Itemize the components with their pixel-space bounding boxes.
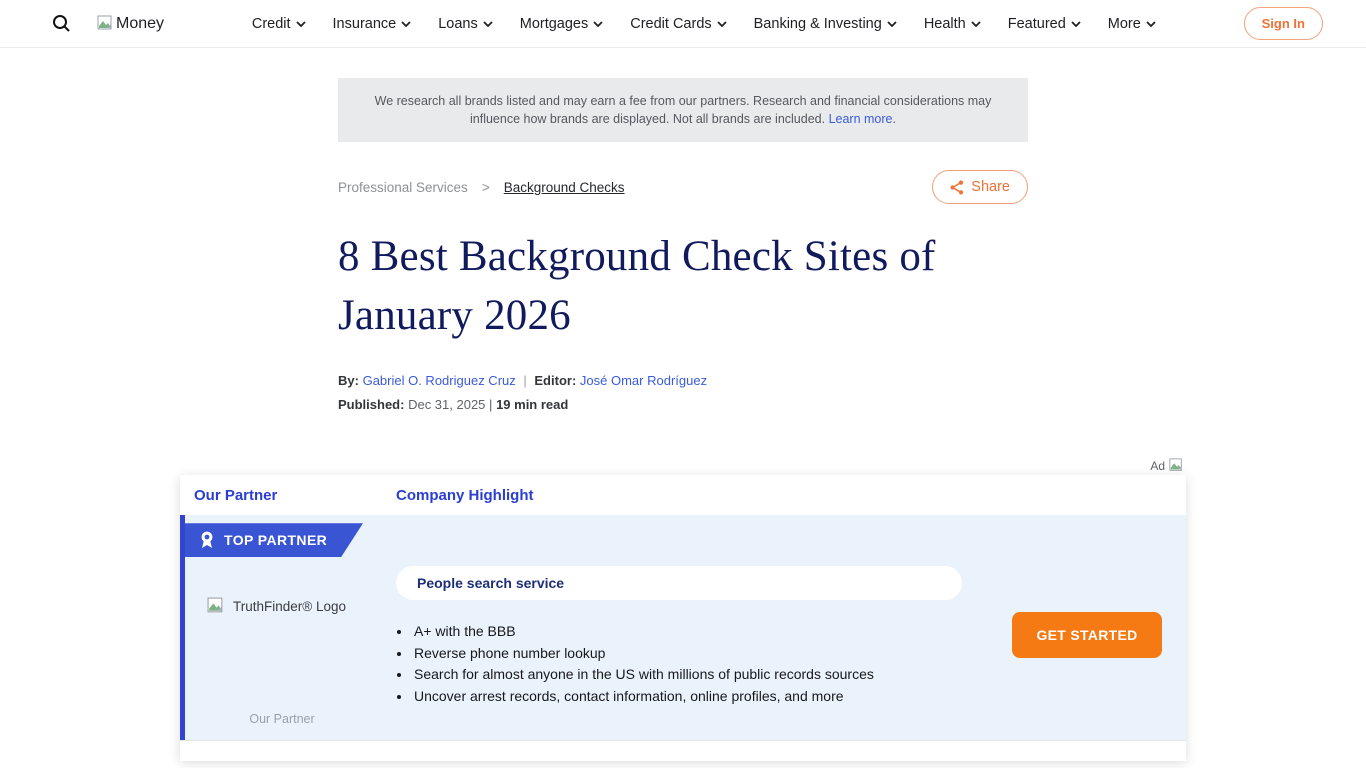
partner-ad-unit: Ad Our Partner Company Highlight TOP PAR… xyxy=(180,458,1186,761)
nav-item-insurance[interactable]: Insurance xyxy=(333,16,412,32)
nav-item-banking-investing[interactable]: Banking & Investing xyxy=(754,16,897,32)
chevron-down-icon xyxy=(971,21,981,27)
editor-link[interactable]: José Omar Rodríguez xyxy=(580,373,707,388)
partner-comparison-card: Our Partner Company Highlight TOP PARTNE… xyxy=(180,475,1186,761)
chevron-down-icon xyxy=(887,21,897,27)
chevron-down-icon xyxy=(401,21,411,27)
broken-image-icon xyxy=(207,597,225,615)
breadcrumb-separator: > xyxy=(482,180,490,195)
next-partner-row-peek xyxy=(180,740,1186,761)
search-button[interactable] xyxy=(52,14,71,33)
cta-cell: GET STARTED xyxy=(986,515,1186,740)
search-icon xyxy=(52,14,71,33)
partner-caption: Our Partner xyxy=(207,712,357,726)
partner-row-truthfinder: TOP PARTNER TruthFinder® Logo Our Partne… xyxy=(180,515,1186,740)
logo-alt-text: Money xyxy=(116,15,164,33)
read-time: 19 min read xyxy=(496,397,568,412)
nav-item-featured[interactable]: Featured xyxy=(1008,16,1081,32)
advertiser-disclosure: We research all brands listed and may ea… xyxy=(338,78,1028,142)
chevron-down-icon xyxy=(296,21,306,27)
chevron-down-icon xyxy=(1071,21,1081,27)
share-label: Share xyxy=(971,179,1010,195)
nav-item-health[interactable]: Health xyxy=(924,16,981,32)
byline: By: Gabriel O. Rodriguez Cruz | Editor: … xyxy=(338,373,1028,388)
nav-item-loans[interactable]: Loans xyxy=(438,16,493,32)
top-partner-label: TOP PARTNER xyxy=(224,532,327,548)
sign-in-button[interactable]: Sign In xyxy=(1244,7,1323,40)
ad-label: Ad xyxy=(1150,459,1165,473)
get-started-button[interactable]: GET STARTED xyxy=(1012,612,1162,658)
chevron-down-icon xyxy=(1146,21,1156,27)
nav-item-credit[interactable]: Credit xyxy=(252,16,306,32)
nav-item-mortgages[interactable]: Mortgages xyxy=(520,16,604,32)
column-company-highlight: Company Highlight xyxy=(396,487,534,504)
chevron-down-icon xyxy=(717,21,727,27)
money-logo[interactable]: Money xyxy=(97,15,164,33)
top-partner-badge: TOP PARTNER xyxy=(185,523,363,557)
article-page: We research all brands listed and may ea… xyxy=(0,78,1366,761)
award-ribbon-icon xyxy=(199,531,215,549)
company-highlight-cell: People search service A+ with the BBB Re… xyxy=(396,515,986,740)
learn-more-link[interactable]: Learn more xyxy=(829,112,893,126)
chevron-down-icon xyxy=(593,21,603,27)
partner-logo[interactable]: TruthFinder® Logo xyxy=(207,597,396,615)
top-nav-bar: Money Credit Insurance Loans Mortgages C… xyxy=(0,0,1366,48)
highlight-bullet: A+ with the BBB xyxy=(412,621,986,643)
card-header-row: Our Partner Company Highlight xyxy=(180,475,1186,515)
column-our-partner: Our Partner xyxy=(194,487,396,504)
broken-image-icon xyxy=(1169,458,1184,473)
disclosure-text: We research all brands listed and may ea… xyxy=(375,94,992,126)
breadcrumb: Professional Services > Background Check… xyxy=(338,180,625,195)
chevron-down-icon xyxy=(483,21,493,27)
highlight-tag: People search service xyxy=(396,566,962,600)
highlight-bullet: Reverse phone number lookup xyxy=(412,643,986,665)
breadcrumb-professional-services[interactable]: Professional Services xyxy=(338,180,468,195)
main-nav: Credit Insurance Loans Mortgages Credit … xyxy=(252,16,1156,32)
highlight-bullets: A+ with the BBB Reverse phone number loo… xyxy=(396,621,986,707)
page-title: 8 Best Background Check Sites of January… xyxy=(338,228,1028,345)
breadcrumb-background-checks[interactable]: Background Checks xyxy=(504,180,625,195)
partner-logo-alt-text: TruthFinder® Logo xyxy=(233,599,346,614)
published-date: Dec 31, 2025 xyxy=(408,397,485,412)
highlight-bullet: Search for almost anyone in the US with … xyxy=(412,664,986,686)
highlight-bullet: Uncover arrest records, contact informat… xyxy=(412,686,986,708)
broken-image-icon xyxy=(97,15,114,32)
share-icon xyxy=(950,180,964,195)
ad-label-row: Ad xyxy=(180,458,1186,473)
breadcrumb-row: Professional Services > Background Check… xyxy=(338,170,1028,204)
nav-item-credit-cards[interactable]: Credit Cards xyxy=(630,16,726,32)
nav-item-more[interactable]: More xyxy=(1108,16,1156,32)
published-line: Published: Dec 31, 2025 | 19 min read xyxy=(338,397,1028,412)
share-button[interactable]: Share xyxy=(932,170,1028,204)
author-link[interactable]: Gabriel O. Rodriguez Cruz xyxy=(363,373,516,388)
